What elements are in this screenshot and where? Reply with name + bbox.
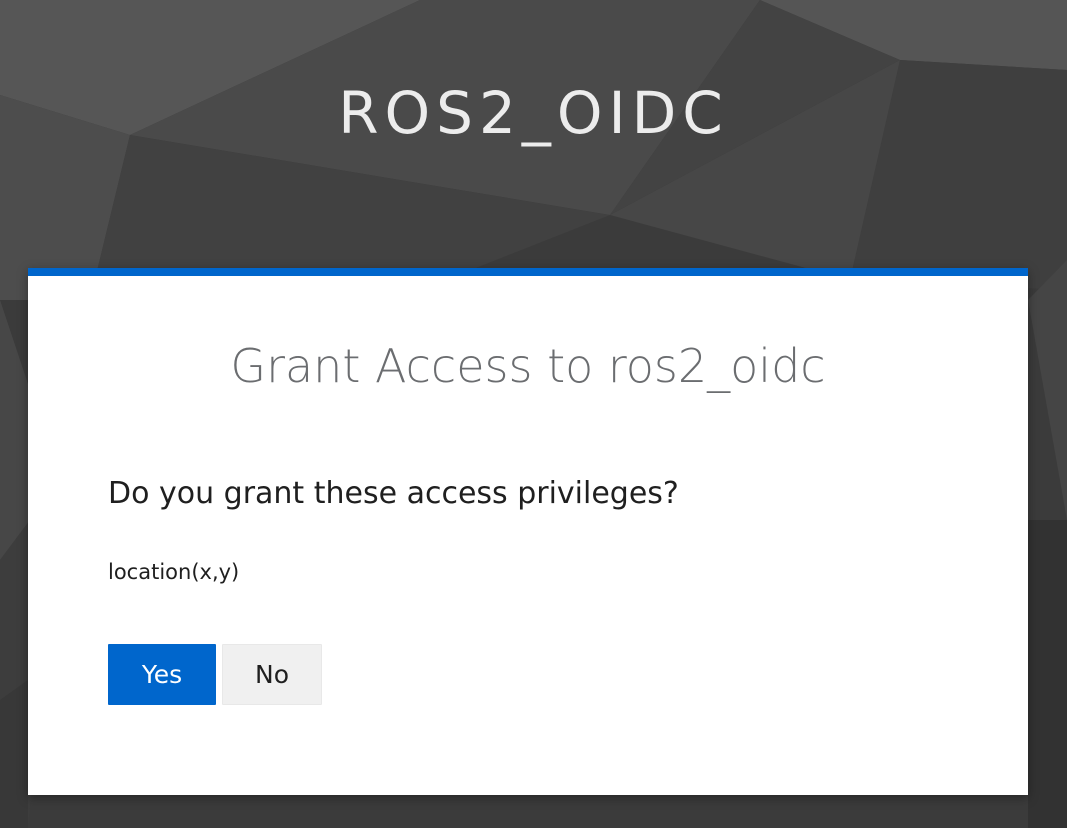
button-group: Yes No bbox=[108, 644, 322, 705]
yes-button[interactable]: Yes bbox=[108, 644, 216, 705]
consent-card: Grant Access to ros2_oidc Do you grant t… bbox=[28, 268, 1028, 795]
scope-item: location(x,y) bbox=[108, 560, 240, 584]
page-title: Grant Access to ros2_oidc bbox=[230, 339, 826, 393]
realm-title: ROS2_OIDC bbox=[338, 79, 729, 147]
no-button[interactable]: No bbox=[222, 644, 322, 705]
consent-question: Do you grant these access privileges? bbox=[108, 476, 679, 511]
